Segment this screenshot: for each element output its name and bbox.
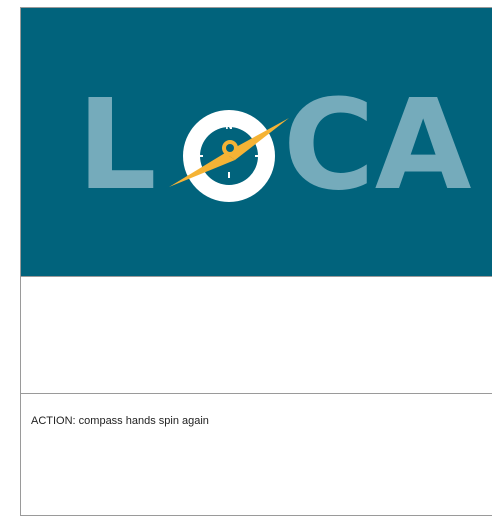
logo-graphic: L N CA <box>77 73 472 218</box>
action-panel: ACTION: compass hands spin again <box>21 394 492 515</box>
compass-tick-south <box>228 172 230 178</box>
compass-icon: N <box>169 110 289 202</box>
logo-panel: L N CA <box>21 8 492 277</box>
compass-tick-east <box>255 155 261 157</box>
logo-letter-l: L <box>77 73 157 218</box>
storyboard-frame: L N CA ACTION: compass hands spin again <box>20 7 492 516</box>
logo-letters-ca: CA <box>283 73 472 218</box>
blank-panel <box>21 277 492 394</box>
action-description: ACTION: compass hands spin again <box>31 415 209 427</box>
compass-needle-hub-center <box>226 144 234 152</box>
compass-tick-west <box>197 155 203 157</box>
compass-north-label: N <box>225 122 233 132</box>
